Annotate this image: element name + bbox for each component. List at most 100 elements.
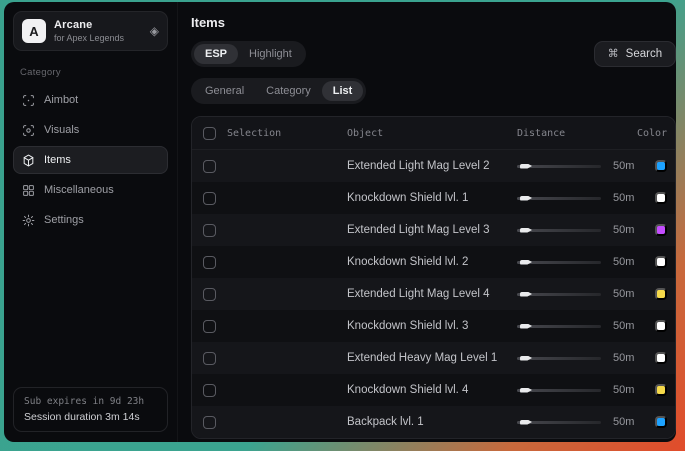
tab-category[interactable]: Category bbox=[255, 81, 322, 101]
sidebar: A Arcane for Apex Legends ◈ Category Aim… bbox=[4, 2, 178, 442]
object-name: Extended Light Mag Level 3 bbox=[347, 224, 517, 236]
object-name: Knockdown Shield lvl. 1 bbox=[347, 192, 517, 204]
row-checkbox[interactable] bbox=[203, 416, 216, 429]
app-window: A Arcane for Apex Legends ◈ Category Aim… bbox=[4, 2, 676, 442]
page-title: Items bbox=[191, 15, 676, 30]
tab-esp[interactable]: ESP bbox=[194, 44, 238, 64]
grid-icon bbox=[22, 184, 35, 197]
column-distance: Distance bbox=[517, 128, 637, 139]
color-swatch[interactable] bbox=[655, 192, 667, 204]
sidebar-item-miscellaneous[interactable]: Miscellaneous bbox=[13, 176, 168, 204]
crosshair-icon bbox=[22, 94, 35, 107]
row-checkbox[interactable] bbox=[203, 320, 216, 333]
distance-value: 50m bbox=[613, 416, 634, 428]
column-selection: Selection bbox=[227, 128, 281, 139]
sidebar-item-settings[interactable]: Settings bbox=[13, 206, 168, 234]
sidebar-item-label: Aimbot bbox=[44, 94, 78, 106]
sidebar-spacer bbox=[13, 234, 168, 387]
distance-value: 50m bbox=[613, 352, 634, 364]
table-row: Knockdown Shield lvl. 1 50m bbox=[192, 182, 675, 214]
object-name: Knockdown Shield lvl. 2 bbox=[347, 256, 517, 268]
controls-row: ESPHighlight ⌘ Search bbox=[191, 41, 676, 67]
distance-value: 50m bbox=[613, 224, 634, 236]
table-body: Extended Light Mag Level 2 50m Knockdown… bbox=[192, 150, 675, 438]
package-icon bbox=[22, 154, 35, 167]
table-row: Knockdown Shield lvl. 2 50m bbox=[192, 246, 675, 278]
table-row: Extended Light Mag Level 3 50m bbox=[192, 214, 675, 246]
distance-value: 50m bbox=[613, 288, 634, 300]
table-row: Knockdown Shield lvl. 3 50m bbox=[192, 310, 675, 342]
table-row: Extended Heavy Mag Level 1 50m bbox=[192, 342, 675, 374]
object-name: Knockdown Shield lvl. 3 bbox=[347, 320, 517, 332]
color-swatch[interactable] bbox=[655, 288, 667, 300]
command-icon: ⌘ bbox=[608, 49, 619, 60]
tab-highlight[interactable]: Highlight bbox=[238, 44, 303, 64]
select-all-checkbox[interactable] bbox=[203, 127, 216, 140]
row-checkbox[interactable] bbox=[203, 384, 216, 397]
column-color: Color bbox=[637, 128, 675, 139]
tab-list[interactable]: List bbox=[322, 81, 364, 101]
distance-slider[interactable] bbox=[517, 288, 601, 300]
category-label: Category bbox=[20, 67, 168, 78]
distance-slider[interactable] bbox=[517, 256, 601, 268]
object-name: Backpack lvl. 1 bbox=[347, 416, 517, 428]
sidebar-item-label: Miscellaneous bbox=[44, 184, 114, 196]
color-swatch[interactable] bbox=[655, 384, 667, 396]
object-name: Extended Light Mag Level 2 bbox=[347, 160, 517, 172]
distance-value: 50m bbox=[613, 256, 634, 268]
distance-slider[interactable] bbox=[517, 320, 601, 332]
sidebar-item-visuals[interactable]: Visuals bbox=[13, 116, 168, 144]
row-checkbox[interactable] bbox=[203, 192, 216, 205]
app-logo: A bbox=[22, 19, 46, 43]
sub-expires-text: Sub expires in 9d 23h bbox=[24, 396, 157, 407]
distance-slider[interactable] bbox=[517, 224, 601, 236]
view-tabs-row: GeneralCategoryList bbox=[191, 78, 676, 104]
row-checkbox[interactable] bbox=[203, 352, 216, 365]
gem-icon[interactable]: ◈ bbox=[150, 25, 159, 37]
table-row: Backpack lvl. 1 50m bbox=[192, 406, 675, 438]
app-name: Arcane bbox=[54, 19, 124, 31]
app-logo-card: A Arcane for Apex Legends ◈ bbox=[13, 11, 168, 51]
sidebar-nav: Aimbot Visuals Items Miscellaneous Setti… bbox=[13, 86, 168, 234]
object-name: Extended Light Mag Level 4 bbox=[347, 288, 517, 300]
table-row: Knockdown Shield lvl. 4 50m bbox=[192, 374, 675, 406]
sidebar-item-label: Settings bbox=[44, 214, 84, 226]
main-panel: Items ESPHighlight ⌘ Search GeneralCateg… bbox=[178, 2, 676, 442]
table-header: Selection Object Distance Color bbox=[192, 117, 675, 150]
view-tabs: GeneralCategoryList bbox=[191, 78, 366, 104]
distance-value: 50m bbox=[613, 320, 634, 332]
object-name: Extended Heavy Mag Level 1 bbox=[347, 352, 517, 364]
column-object: Object bbox=[347, 128, 517, 139]
sidebar-item-items[interactable]: Items bbox=[13, 146, 168, 174]
distance-value: 50m bbox=[613, 384, 634, 396]
color-swatch[interactable] bbox=[655, 160, 667, 172]
session-duration-text: Session duration 3m 14s bbox=[24, 411, 157, 423]
distance-slider[interactable] bbox=[517, 416, 601, 428]
table-row: Extended Light Mag Level 2 50m bbox=[192, 150, 675, 182]
distance-slider[interactable] bbox=[517, 160, 601, 172]
distance-slider[interactable] bbox=[517, 384, 601, 396]
distance-value: 50m bbox=[613, 192, 634, 204]
row-checkbox[interactable] bbox=[203, 224, 216, 237]
tab-general[interactable]: General bbox=[194, 81, 255, 101]
row-checkbox[interactable] bbox=[203, 256, 216, 269]
object-name: Knockdown Shield lvl. 4 bbox=[347, 384, 517, 396]
table-row: Extended Light Mag Level 4 50m bbox=[192, 278, 675, 310]
color-swatch[interactable] bbox=[655, 320, 667, 332]
distance-value: 50m bbox=[613, 160, 634, 172]
sidebar-item-label: Visuals bbox=[44, 124, 79, 136]
distance-slider[interactable] bbox=[517, 352, 601, 364]
app-subtitle: for Apex Legends bbox=[54, 33, 124, 43]
row-checkbox[interactable] bbox=[203, 288, 216, 301]
scan-eye-icon bbox=[22, 124, 35, 137]
color-swatch[interactable] bbox=[655, 352, 667, 364]
color-swatch[interactable] bbox=[655, 416, 667, 428]
session-card: Sub expires in 9d 23h Session duration 3… bbox=[13, 387, 168, 432]
color-swatch[interactable] bbox=[655, 224, 667, 236]
search-button[interactable]: ⌘ Search bbox=[594, 41, 676, 67]
sidebar-item-aimbot[interactable]: Aimbot bbox=[13, 86, 168, 114]
color-swatch[interactable] bbox=[655, 256, 667, 268]
items-table: Selection Object Distance Color Extended… bbox=[191, 116, 676, 439]
row-checkbox[interactable] bbox=[203, 160, 216, 173]
distance-slider[interactable] bbox=[517, 192, 601, 204]
